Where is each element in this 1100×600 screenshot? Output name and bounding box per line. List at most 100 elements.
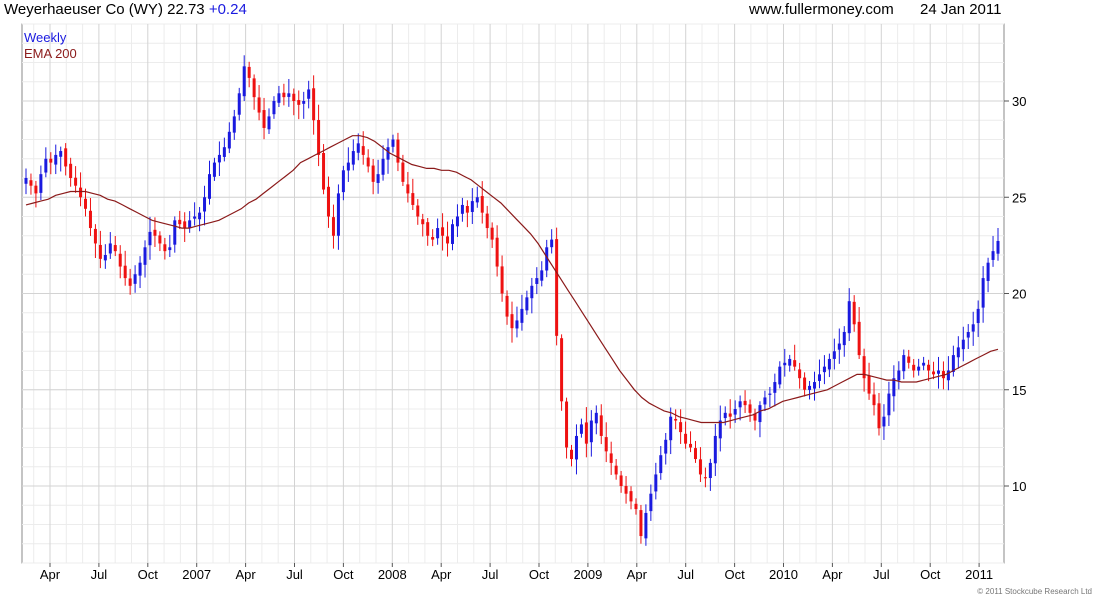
candle-body: [832, 351, 836, 359]
candle-body: [242, 66, 246, 97]
candle-body: [381, 158, 385, 175]
candle-body: [674, 418, 678, 421]
candle-body: [882, 416, 886, 427]
candle-body: [39, 174, 43, 193]
x-tick-label: Jul: [873, 567, 890, 582]
candle-body: [173, 220, 177, 245]
candle-body: [773, 382, 777, 393]
candle-body: [34, 185, 38, 194]
candle-body: [659, 455, 663, 474]
candle-body: [609, 453, 613, 463]
candle-body: [897, 370, 901, 381]
candle-body: [222, 147, 226, 157]
candle-body: [639, 510, 643, 537]
candle-body: [138, 262, 142, 276]
candle-body: [981, 278, 985, 308]
candle-body: [961, 339, 965, 350]
candle-body: [376, 174, 380, 183]
candle-body: [366, 157, 370, 167]
candle-body: [416, 205, 420, 217]
candle-body: [629, 491, 633, 502]
candle-body: [634, 503, 638, 510]
x-tick-label: Apr: [822, 567, 843, 582]
candle-body: [922, 362, 926, 366]
candle-body: [232, 116, 236, 133]
candle-body: [272, 101, 276, 115]
x-tick-label: Apr: [431, 567, 452, 582]
legend-ema: EMA 200: [24, 46, 77, 61]
x-tick-label: Oct: [333, 567, 354, 582]
candle-body: [723, 412, 727, 419]
candle-body: [371, 165, 375, 182]
candle-body: [247, 66, 251, 78]
candle-body: [158, 235, 162, 244]
candle-body: [936, 370, 940, 374]
candle-body: [401, 162, 405, 182]
candle-body: [217, 154, 221, 163]
candle-body: [93, 228, 97, 244]
y-tick-label: 15: [1012, 383, 1026, 398]
candle-body: [227, 131, 231, 149]
candle-body: [500, 266, 504, 294]
x-tick-label: Oct: [920, 567, 941, 582]
candle-body: [203, 197, 207, 212]
candle-body: [346, 162, 350, 171]
x-tick-label: Apr: [235, 567, 256, 582]
x-tick-label: 2009: [573, 567, 602, 582]
x-tick-label: Jul: [677, 567, 694, 582]
candle-body: [917, 366, 921, 371]
candle-body: [317, 119, 321, 155]
candle-body: [327, 186, 331, 217]
candle-body: [148, 231, 152, 246]
x-tick-label: Oct: [138, 567, 159, 582]
candle-body: [485, 213, 489, 229]
x-tick-label: 2008: [378, 567, 407, 582]
candle-body: [599, 415, 603, 436]
x-tick-label: Jul: [286, 567, 303, 582]
x-tick-label: 2010: [769, 567, 798, 582]
candle-body: [837, 343, 841, 350]
candle-body: [267, 116, 271, 130]
candle-body: [411, 193, 415, 205]
candle-body: [406, 184, 410, 194]
candle-body: [857, 321, 861, 356]
x-tick-label: Apr: [40, 567, 61, 582]
candle-body: [684, 433, 688, 444]
candle-body: [594, 412, 598, 424]
candle-body: [262, 110, 266, 128]
candle-body: [708, 462, 712, 479]
candle-body: [778, 366, 782, 385]
candle-body: [560, 338, 564, 402]
candle-body: [574, 435, 578, 460]
candle-body: [297, 100, 301, 105]
candle-body: [302, 101, 306, 104]
candle-body: [252, 78, 256, 98]
candle-body: [123, 265, 127, 279]
candle-body: [446, 236, 450, 244]
candle-body: [331, 217, 335, 236]
x-tick-label: Jul: [91, 567, 108, 582]
candle-body: [902, 355, 906, 372]
candle-body: [495, 237, 499, 267]
candle-body: [555, 239, 559, 336]
candle-body: [669, 416, 673, 441]
candle-body: [550, 239, 554, 248]
candle-body: [713, 435, 717, 464]
candle-body: [436, 228, 440, 239]
candle-body: [103, 255, 107, 261]
candle-body: [470, 201, 474, 212]
candle-body: [98, 244, 102, 259]
y-tick-label: 25: [1012, 190, 1026, 205]
candle-body: [29, 180, 33, 186]
candle-body: [312, 88, 316, 121]
price-chart: 10 15 20 25 30 Apr Jul Oct 2007 Apr Jul Oct 2008 Apr J…: [21, 23, 1026, 582]
candle-body: [530, 285, 534, 299]
candle-body: [193, 216, 197, 219]
candle-body: [768, 393, 772, 395]
candle-body: [783, 362, 787, 366]
candle-body: [827, 358, 831, 370]
y-tick-label: 30: [1012, 94, 1026, 109]
candle-body: [396, 139, 400, 163]
candle-body: [143, 247, 147, 265]
candle-body: [426, 222, 430, 236]
